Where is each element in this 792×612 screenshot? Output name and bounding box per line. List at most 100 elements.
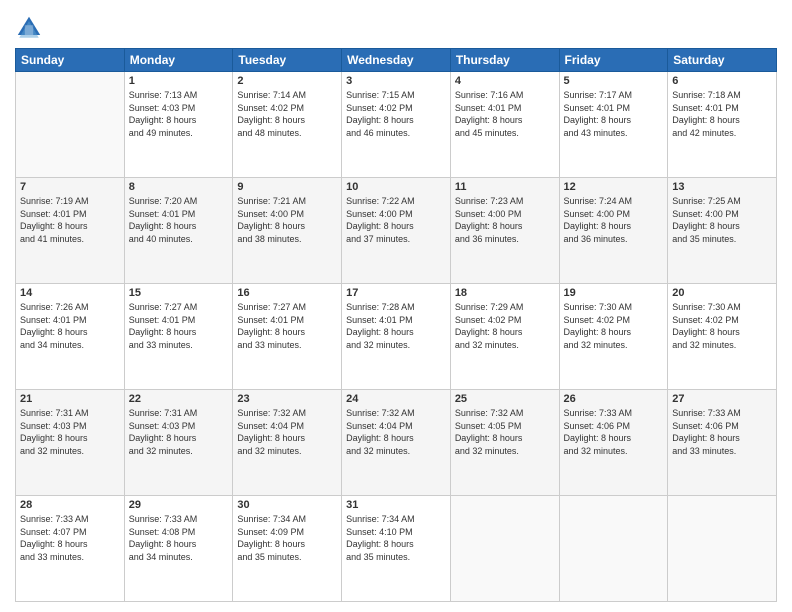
day-info: Sunrise: 7:22 AM Sunset: 4:00 PM Dayligh… bbox=[346, 195, 446, 245]
day-number: 12 bbox=[564, 181, 664, 193]
calendar-week: 14Sunrise: 7:26 AM Sunset: 4:01 PM Dayli… bbox=[16, 284, 777, 390]
calendar-cell: 26Sunrise: 7:33 AM Sunset: 4:06 PM Dayli… bbox=[559, 390, 668, 496]
calendar-week: 1 Sunrise: 7:13 AM Sunset: 4:03 PM Daylig… bbox=[16, 72, 777, 178]
day-info: Sunrise: 7:24 AM Sunset: 4:00 PM Dayligh… bbox=[564, 195, 664, 245]
calendar-body: 1 Sunrise: 7:13 AM Sunset: 4:03 PM Daylig… bbox=[16, 72, 777, 602]
day-info: Sunrise: 7:16 AM Sunset: 4:01 PM Dayligh… bbox=[455, 89, 555, 139]
header-cell: Sunday bbox=[16, 49, 125, 72]
calendar-cell: 3 Sunrise: 7:15 AM Sunset: 4:02 PM Daylig… bbox=[342, 72, 451, 178]
calendar-cell: 10Sunrise: 7:22 AM Sunset: 4:00 PM Dayli… bbox=[342, 178, 451, 284]
header-cell: Wednesday bbox=[342, 49, 451, 72]
day-number: 13 bbox=[672, 181, 772, 193]
calendar-cell: 18 Sunrise: 7:29 AM Sunset: 4:02 PM Dayli… bbox=[450, 284, 559, 390]
day-info: Sunrise: 7:15 AM Sunset: 4:02 PM Dayligh… bbox=[346, 89, 446, 139]
calendar-cell: 13 Sunrise: 7:25 AM Sunset: 4:00 PM Dayli… bbox=[668, 178, 777, 284]
calendar-week: 21 Sunrise: 7:31 AM Sunset: 4:03 PM Dayli… bbox=[16, 390, 777, 496]
day-info: Sunrise: 7:26 AM Sunset: 4:01 PM Dayligh… bbox=[20, 301, 120, 351]
day-info: Sunrise: 7:29 AM Sunset: 4:02 PM Dayligh… bbox=[455, 301, 555, 351]
day-info: Sunrise: 7:13 AM Sunset: 4:03 PM Dayligh… bbox=[129, 89, 229, 139]
day-number: 20 bbox=[672, 287, 772, 299]
header-cell: Monday bbox=[124, 49, 233, 72]
day-number: 19 bbox=[564, 287, 664, 299]
calendar-week: 28 Sunrise: 7:33 AM Sunset: 4:07 PM Dayli… bbox=[16, 496, 777, 602]
day-info: Sunrise: 7:20 AM Sunset: 4:01 PM Dayligh… bbox=[129, 195, 229, 245]
calendar-cell: 15 Sunrise: 7:27 AM Sunset: 4:01 PM Dayli… bbox=[124, 284, 233, 390]
calendar-table: SundayMondayTuesdayWednesdayThursdayFrid… bbox=[15, 48, 777, 602]
page: SundayMondayTuesdayWednesdayThursdayFrid… bbox=[0, 0, 792, 612]
header-cell: Tuesday bbox=[233, 49, 342, 72]
day-info: Sunrise: 7:31 AM Sunset: 4:03 PM Dayligh… bbox=[129, 407, 229, 457]
header-cell: Thursday bbox=[450, 49, 559, 72]
calendar-cell: 1 Sunrise: 7:13 AM Sunset: 4:03 PM Daylig… bbox=[124, 72, 233, 178]
day-info: Sunrise: 7:33 AM Sunset: 4:08 PM Dayligh… bbox=[129, 513, 229, 563]
calendar-cell: 8Sunrise: 7:20 AM Sunset: 4:01 PM Daylig… bbox=[124, 178, 233, 284]
day-info: Sunrise: 7:18 AM Sunset: 4:01 PM Dayligh… bbox=[672, 89, 772, 139]
day-number: 30 bbox=[237, 499, 337, 511]
calendar-cell bbox=[668, 496, 777, 602]
day-info: Sunrise: 7:34 AM Sunset: 4:09 PM Dayligh… bbox=[237, 513, 337, 563]
day-info: Sunrise: 7:27 AM Sunset: 4:01 PM Dayligh… bbox=[129, 301, 229, 351]
day-number: 25 bbox=[455, 393, 555, 405]
calendar-cell: 5 Sunrise: 7:17 AM Sunset: 4:01 PM Daylig… bbox=[559, 72, 668, 178]
calendar-cell bbox=[16, 72, 125, 178]
calendar-cell: 16 Sunrise: 7:27 AM Sunset: 4:01 PM Dayli… bbox=[233, 284, 342, 390]
calendar-cell: 20 Sunrise: 7:30 AM Sunset: 4:02 PM Dayli… bbox=[668, 284, 777, 390]
calendar-cell: 11 Sunrise: 7:23 AM Sunset: 4:00 PM Dayli… bbox=[450, 178, 559, 284]
day-info: Sunrise: 7:34 AM Sunset: 4:10 PM Dayligh… bbox=[346, 513, 446, 563]
calendar-cell: 30 Sunrise: 7:34 AM Sunset: 4:09 PM Dayli… bbox=[233, 496, 342, 602]
header-row: SundayMondayTuesdayWednesdayThursdayFrid… bbox=[16, 49, 777, 72]
day-info: Sunrise: 7:30 AM Sunset: 4:02 PM Dayligh… bbox=[672, 301, 772, 351]
day-number: 6 bbox=[672, 75, 772, 87]
day-number: 5 bbox=[564, 75, 664, 87]
calendar-cell: 25 Sunrise: 7:32 AM Sunset: 4:05 PM Dayli… bbox=[450, 390, 559, 496]
day-number: 9 bbox=[237, 181, 337, 193]
day-info: Sunrise: 7:32 AM Sunset: 4:04 PM Dayligh… bbox=[237, 407, 337, 457]
day-info: Sunrise: 7:25 AM Sunset: 4:00 PM Dayligh… bbox=[672, 195, 772, 245]
calendar-week: 7Sunrise: 7:19 AM Sunset: 4:01 PM Daylig… bbox=[16, 178, 777, 284]
day-number: 21 bbox=[20, 393, 120, 405]
calendar-cell: 24 Sunrise: 7:32 AM Sunset: 4:04 PM Dayli… bbox=[342, 390, 451, 496]
day-number: 24 bbox=[346, 393, 446, 405]
day-info: Sunrise: 7:28 AM Sunset: 4:01 PM Dayligh… bbox=[346, 301, 446, 351]
day-info: Sunrise: 7:17 AM Sunset: 4:01 PM Dayligh… bbox=[564, 89, 664, 139]
day-number: 2 bbox=[237, 75, 337, 87]
day-info: Sunrise: 7:19 AM Sunset: 4:01 PM Dayligh… bbox=[20, 195, 120, 245]
calendar-cell: 31 Sunrise: 7:34 AM Sunset: 4:10 PM Dayli… bbox=[342, 496, 451, 602]
logo-icon bbox=[15, 14, 43, 42]
day-info: Sunrise: 7:31 AM Sunset: 4:03 PM Dayligh… bbox=[20, 407, 120, 457]
day-number: 29 bbox=[129, 499, 229, 511]
calendar-cell: 17 Sunrise: 7:28 AM Sunset: 4:01 PM Dayli… bbox=[342, 284, 451, 390]
day-number: 28 bbox=[20, 499, 120, 511]
day-info: Sunrise: 7:21 AM Sunset: 4:00 PM Dayligh… bbox=[237, 195, 337, 245]
calendar-cell: 21 Sunrise: 7:31 AM Sunset: 4:03 PM Dayli… bbox=[16, 390, 125, 496]
calendar-cell: 28 Sunrise: 7:33 AM Sunset: 4:07 PM Dayli… bbox=[16, 496, 125, 602]
day-info: Sunrise: 7:33 AM Sunset: 4:06 PM Dayligh… bbox=[672, 407, 772, 457]
calendar-cell bbox=[450, 496, 559, 602]
day-info: Sunrise: 7:23 AM Sunset: 4:00 PM Dayligh… bbox=[455, 195, 555, 245]
calendar-cell: 22 Sunrise: 7:31 AM Sunset: 4:03 PM Dayli… bbox=[124, 390, 233, 496]
day-number: 15 bbox=[129, 287, 229, 299]
day-info: Sunrise: 7:32 AM Sunset: 4:04 PM Dayligh… bbox=[346, 407, 446, 457]
day-number: 16 bbox=[237, 287, 337, 299]
day-number: 22 bbox=[129, 393, 229, 405]
calendar-cell: 12 Sunrise: 7:24 AM Sunset: 4:00 PM Dayli… bbox=[559, 178, 668, 284]
day-number: 11 bbox=[455, 181, 555, 193]
day-number: 27 bbox=[672, 393, 772, 405]
day-number: 31 bbox=[346, 499, 446, 511]
day-number: 17 bbox=[346, 287, 446, 299]
calendar-cell: 9 Sunrise: 7:21 AM Sunset: 4:00 PM Daylig… bbox=[233, 178, 342, 284]
day-info: Sunrise: 7:33 AM Sunset: 4:07 PM Dayligh… bbox=[20, 513, 120, 563]
day-number: 4 bbox=[455, 75, 555, 87]
day-number: 1 bbox=[129, 75, 229, 87]
calendar-cell: 2Sunrise: 7:14 AM Sunset: 4:02 PM Daylig… bbox=[233, 72, 342, 178]
logo bbox=[15, 14, 46, 42]
calendar-cell: 23Sunrise: 7:32 AM Sunset: 4:04 PM Dayli… bbox=[233, 390, 342, 496]
day-number: 18 bbox=[455, 287, 555, 299]
calendar-cell: 19 Sunrise: 7:30 AM Sunset: 4:02 PM Dayli… bbox=[559, 284, 668, 390]
day-info: Sunrise: 7:32 AM Sunset: 4:05 PM Dayligh… bbox=[455, 407, 555, 457]
day-number: 26 bbox=[564, 393, 664, 405]
day-number: 3 bbox=[346, 75, 446, 87]
calendar-cell bbox=[559, 496, 668, 602]
day-info: Sunrise: 7:30 AM Sunset: 4:02 PM Dayligh… bbox=[564, 301, 664, 351]
day-info: Sunrise: 7:27 AM Sunset: 4:01 PM Dayligh… bbox=[237, 301, 337, 351]
